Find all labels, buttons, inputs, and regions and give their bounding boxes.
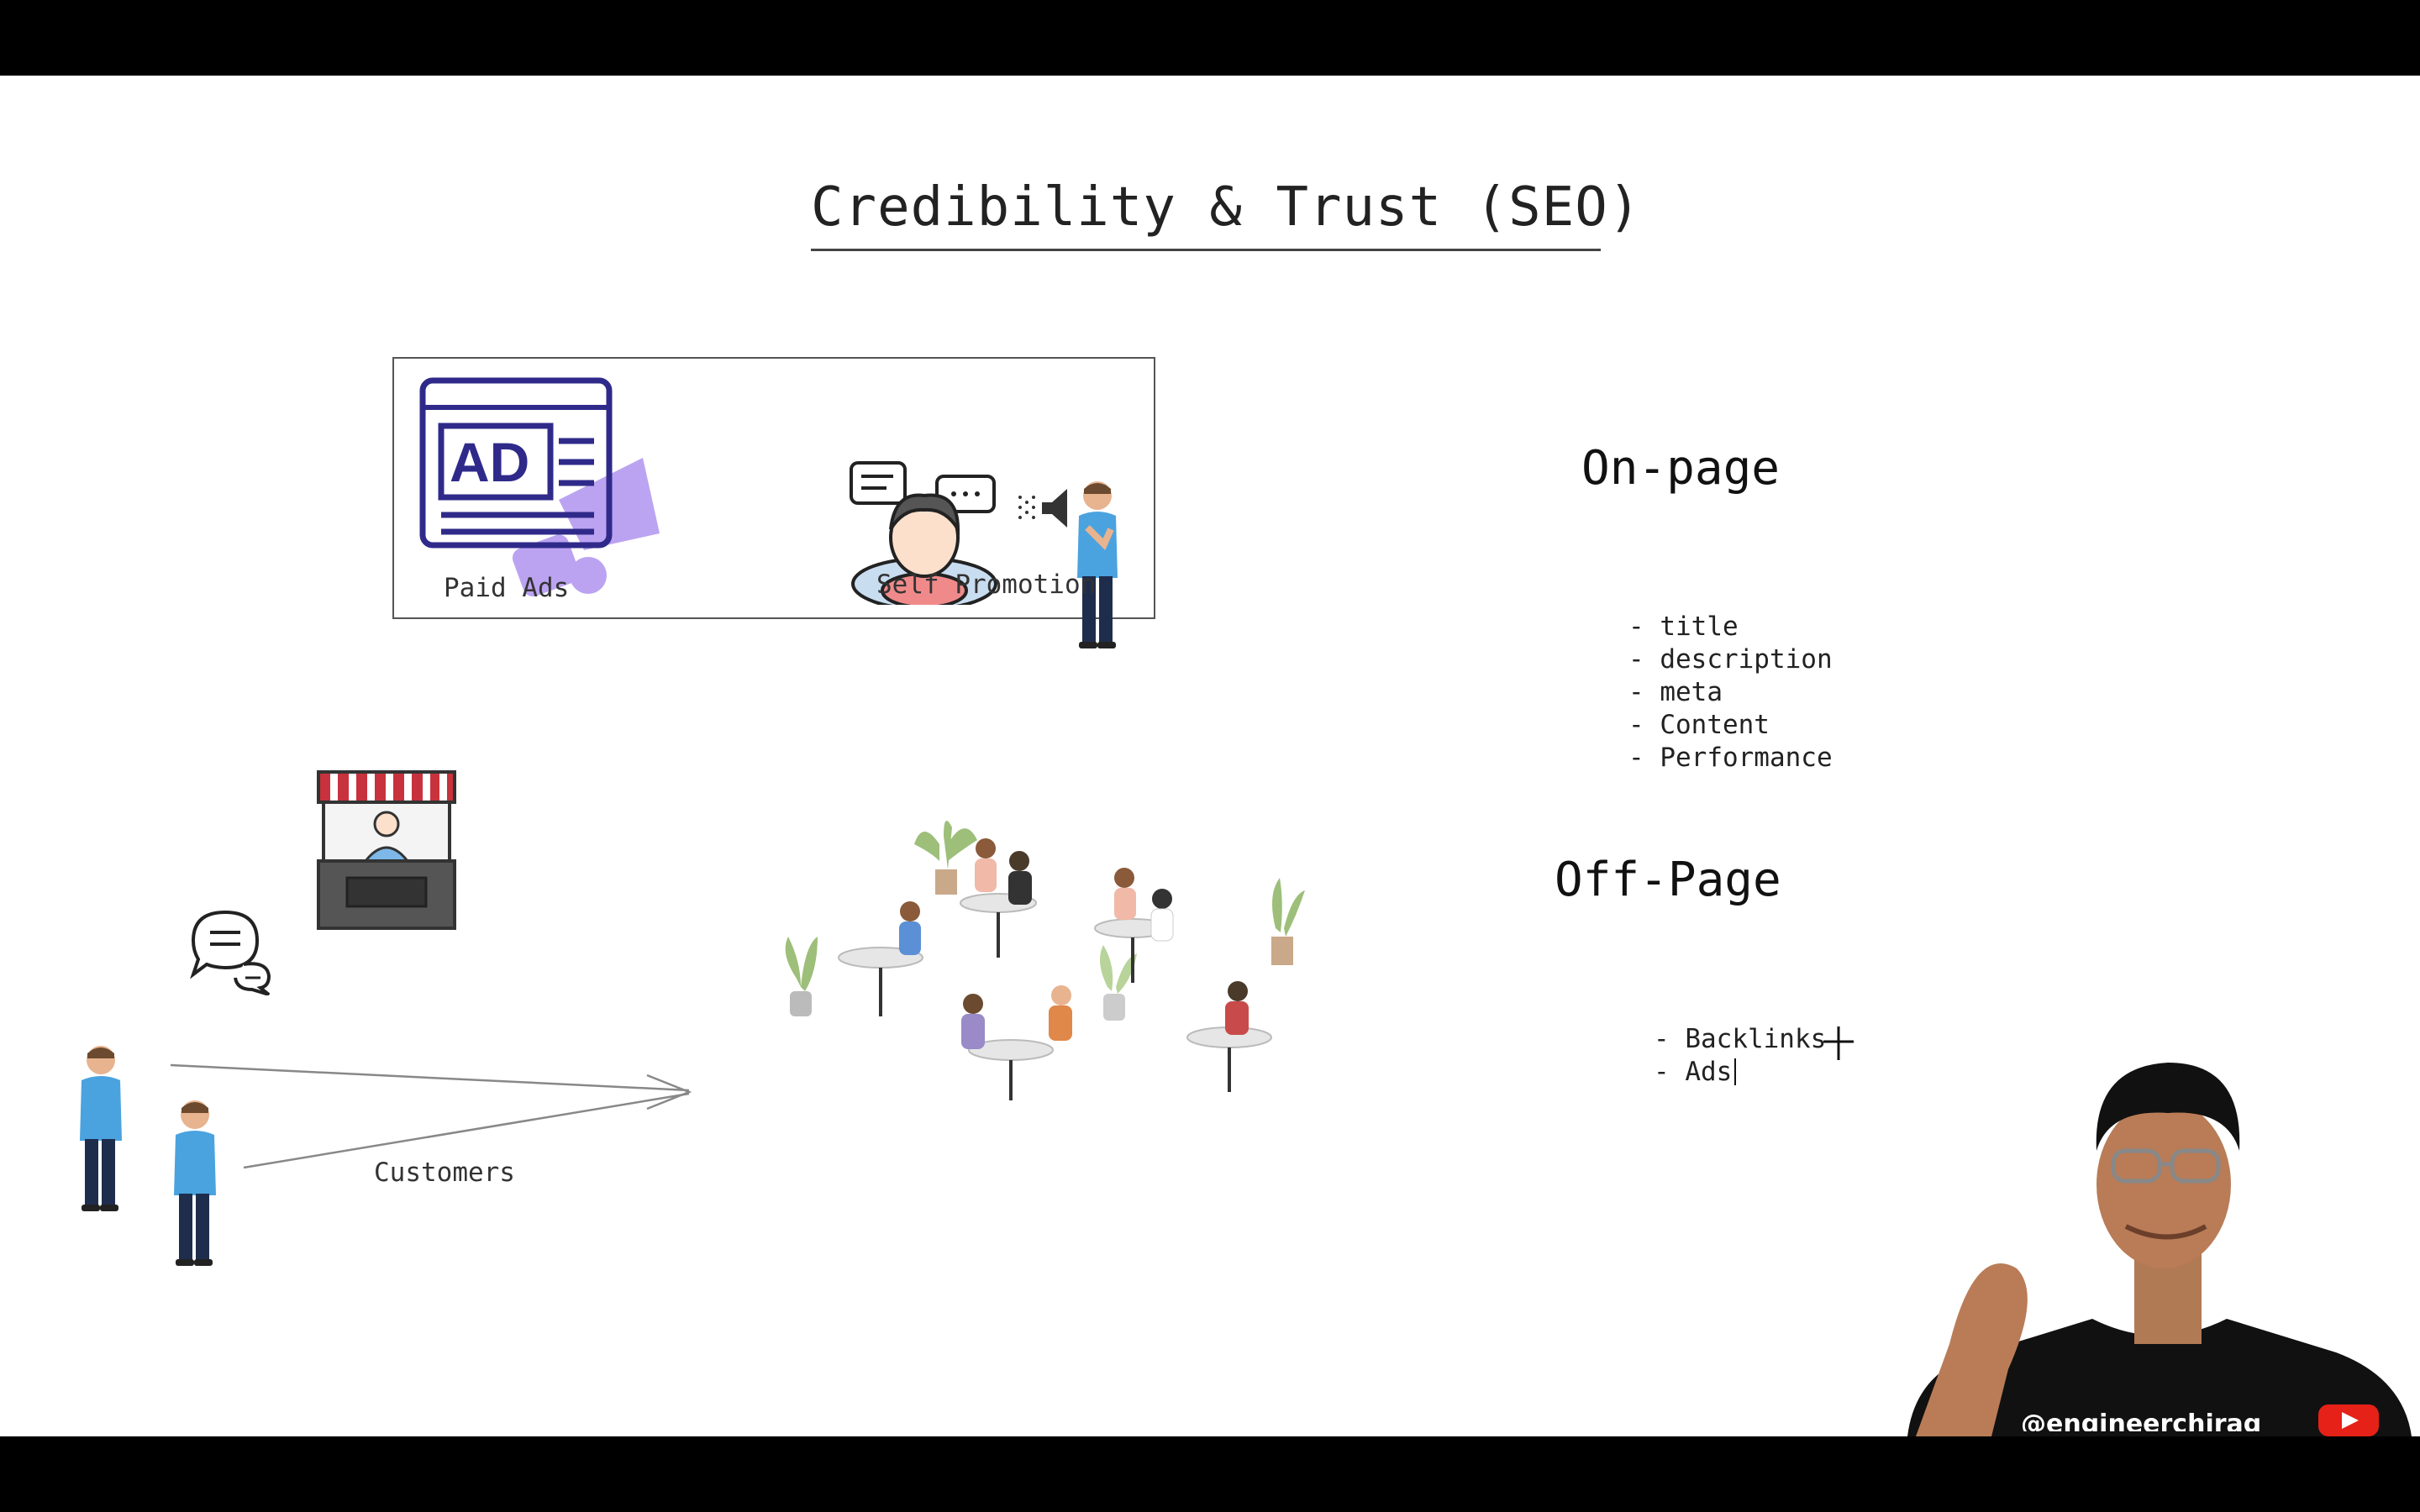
- on-page-heading: On-page: [1581, 441, 1781, 496]
- presenter-video-overlay: @engineerchirag: [1907, 1063, 2412, 1436]
- presenter-shirt-text: @engineerchirag: [2021, 1410, 2262, 1431]
- on-page-item: - description: [1628, 644, 1833, 675]
- customers-label: Customers: [374, 1158, 515, 1188]
- shop-stall-icon: [317, 770, 456, 930]
- on-page-item: - Content: [1628, 710, 1770, 740]
- title-underline: [811, 249, 1601, 251]
- youtube-subscribe-icon[interactable]: [2315, 1403, 2382, 1436]
- text-caret: [1734, 1058, 1736, 1085]
- svg-text:AD: AD: [450, 431, 529, 493]
- top-letterbox: [0, 0, 2420, 76]
- paid-ads-label: Paid Ads: [444, 573, 570, 603]
- off-page-heading: Off-Page: [1555, 853, 1781, 907]
- crosshair-cursor-icon: [1823, 1026, 1854, 1060]
- slide-title: Credibility & Trust (SEO): [811, 176, 1642, 239]
- off-page-item: - Backlinks: [1654, 1024, 1827, 1054]
- on-page-item: - meta: [1628, 677, 1723, 707]
- bottom-letterbox: [0, 1436, 2420, 1512]
- on-page-item: - Performance: [1628, 743, 1833, 773]
- slide-canvas: Credibility & Trust (SEO) AD Paid Ads Se…: [0, 76, 2420, 1436]
- chat-bubbles-icon: [190, 910, 271, 995]
- customer-man-1-icon: [80, 1046, 122, 1211]
- cafe-scene-illustration: [785, 821, 1305, 1100]
- loudspeaker-icon: [1018, 489, 1067, 528]
- on-page-item: - title: [1628, 612, 1739, 642]
- standing-man-icon: [1077, 481, 1118, 648]
- off-page-item: - Ads: [1654, 1057, 1733, 1087]
- self-promotion-label: Self Promotion: [876, 570, 1097, 600]
